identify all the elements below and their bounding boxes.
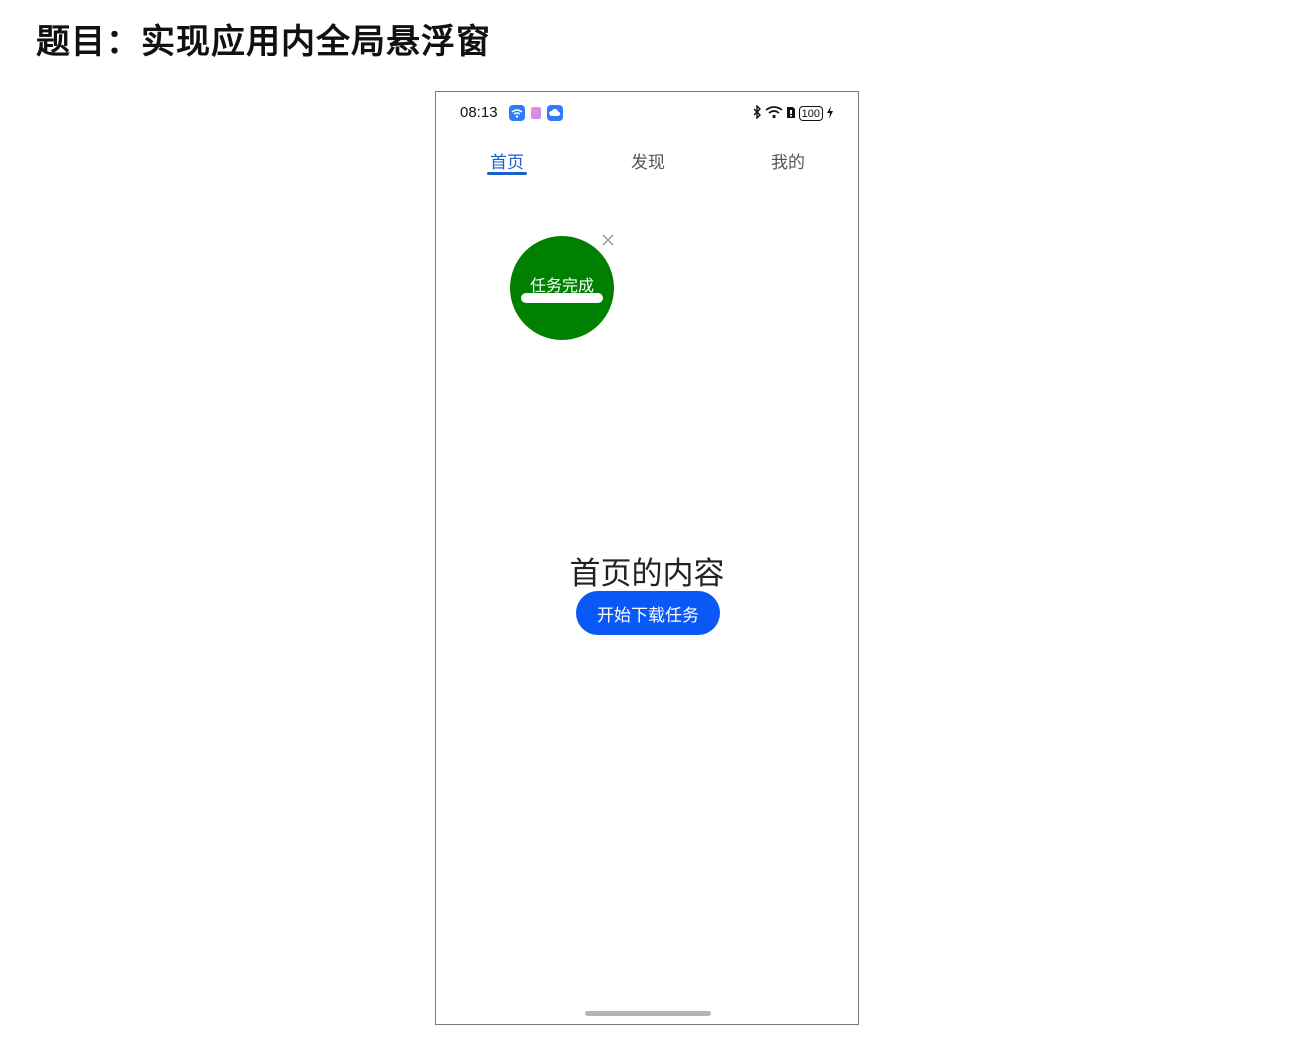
page-title: 题目：实现应用内全局悬浮窗 — [36, 22, 491, 62]
phone-frame: 08:13 100 首页 发现 我的 任务完成 首页的内容 开始下载任务 — [435, 91, 859, 1025]
wifi-app-icon — [509, 105, 525, 121]
tab-discover[interactable]: 发现 — [608, 148, 688, 173]
content-text: 首页的内容 — [569, 556, 725, 592]
close-icon[interactable] — [600, 232, 616, 248]
floating-window-progress-bar — [521, 293, 603, 303]
home-indicator[interactable] — [585, 1011, 711, 1016]
bluetooth-icon — [752, 104, 762, 122]
app-icon — [531, 107, 541, 119]
status-right-icons: 100 — [752, 104, 834, 122]
wifi-icon — [765, 105, 783, 122]
cloud-icon — [547, 105, 563, 121]
sim-icon — [786, 106, 796, 122]
tab-mine[interactable]: 我的 — [748, 148, 828, 173]
tab-bar: 首页 发现 我的 — [436, 148, 858, 182]
status-bar: 08:13 100 — [436, 92, 858, 136]
start-download-button[interactable]: 开始下载任务 — [576, 591, 720, 635]
notification-icons — [509, 105, 563, 121]
tab-active-indicator — [487, 172, 527, 175]
status-time: 08:13 — [460, 104, 498, 121]
floating-window[interactable]: 任务完成 — [510, 236, 614, 340]
tab-home[interactable]: 首页 — [467, 148, 547, 173]
battery-icon: 100 — [798, 106, 823, 121]
charging-icon — [826, 105, 834, 122]
